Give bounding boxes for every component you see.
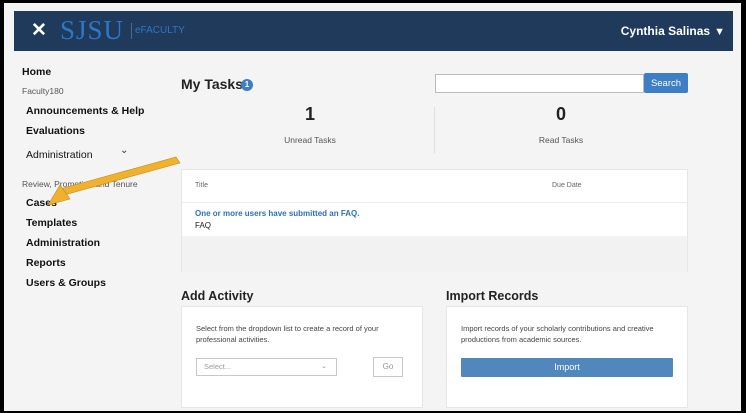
sidebar-item-templates[interactable]: Templates [26, 217, 77, 230]
stat-divider [434, 107, 435, 153]
add-activity-title: Add Activity [181, 289, 254, 303]
select-value: Select... [204, 362, 232, 371]
sidebar-section-rpt: Review, Promotion and Tenure [22, 179, 138, 189]
import-button[interactable]: Import [461, 358, 673, 377]
page-title: My Tasks [181, 76, 243, 92]
column-header-title: Title [195, 182, 208, 189]
chevron-down-icon: ⌄ [321, 363, 327, 370]
divider [182, 202, 687, 203]
app-window: ✕ SJSU eFACULTY Cynthia Salinas ▼ Home Fa… [4, 3, 741, 411]
read-label: Read Tasks [538, 135, 584, 145]
sidebar-item-label: Administration [26, 149, 93, 161]
activity-select[interactable]: Select... ⌄ [196, 358, 337, 376]
task-count-badge: 1 [241, 79, 253, 91]
chevron-down-icon: ▼ [714, 26, 725, 38]
table-footer [182, 236, 687, 272]
import-records-panel: Import records of your scholarly contrib… [446, 306, 688, 408]
logo-divider [131, 23, 132, 39]
unread-count: 1 [304, 104, 315, 124]
import-records-title: Import Records [446, 289, 539, 303]
task-row-type: FAQ [195, 221, 212, 230]
top-bar: ✕ SJSU eFACULTY Cynthia Salinas ▼ [14, 11, 733, 51]
add-activity-panel: Select from the dropdown list to create … [181, 306, 423, 408]
sidebar-item-administration-rpt[interactable]: Administration [26, 237, 100, 250]
sjsu-logo: SJSU [60, 15, 125, 45]
efaculty-label: eFACULTY [135, 25, 185, 36]
import-records-description: Import records of your scholarly contrib… [461, 324, 654, 344]
read-count: 0 [555, 104, 566, 124]
sidebar-item-evaluations[interactable]: Evaluations [26, 125, 85, 138]
search-input[interactable] [435, 74, 644, 93]
task-row-title-link[interactable]: One or more users have submitted an FAQ. [195, 209, 360, 218]
search-button[interactable]: Search [644, 73, 688, 93]
sidebar-item-administration-f180[interactable]: Administration ⌄ [26, 145, 136, 163]
go-button[interactable]: Go [373, 357, 403, 377]
chevron-down-icon: ⌄ [120, 145, 129, 156]
user-menu[interactable]: Cynthia Salinas ▼ [621, 24, 725, 39]
sidebar-item-users-groups[interactable]: Users & Groups [26, 277, 106, 290]
unread-label: Unread Tasks [284, 135, 336, 145]
add-activity-description: Select from the dropdown list to create … [196, 324, 379, 344]
sidebar-item-announcements[interactable]: Announcements & Help [26, 105, 144, 118]
sidebar-item-cases[interactable]: Cases [26, 197, 57, 210]
tasks-table: Title Due Date One or more users have su… [181, 169, 688, 272]
user-name: Cynthia Salinas [620, 24, 711, 38]
sidebar-item-home[interactable]: Home [22, 66, 51, 79]
column-header-due-date: Due Date [552, 182, 582, 189]
close-icon[interactable]: ✕ [28, 18, 50, 44]
sidebar-section-faculty180: Faculty180 [22, 86, 64, 96]
sidebar-item-reports[interactable]: Reports [26, 257, 66, 270]
